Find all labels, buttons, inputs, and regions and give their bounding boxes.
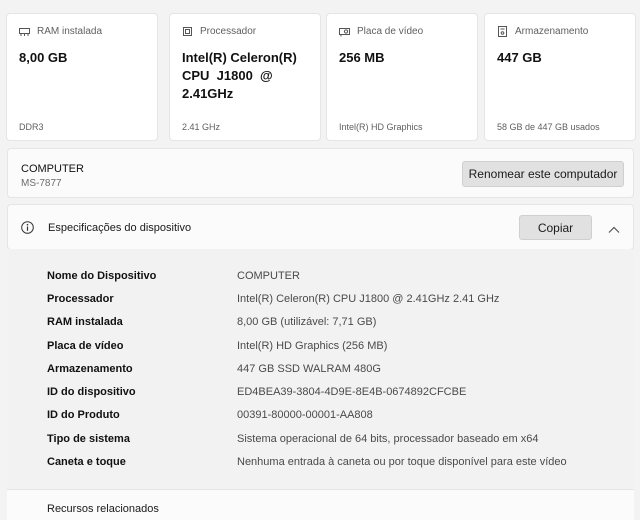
ram-card-value: 8,00 GB <box>19 50 68 65</box>
processor-card: Processador Intel(R) Celeron(R) CPU J180… <box>169 13 321 141</box>
ram-card: RAM instalada 8,00 GB DDR3 <box>6 13 158 141</box>
related-resources-label: Recursos relacionados <box>47 503 159 515</box>
spec-value: Sistema operacional de 64 bits, processa… <box>237 433 539 445</box>
storage-card-title: Armazenamento <box>515 26 589 37</box>
processor-card-value: Intel(R) Celeron(R) CPU J1800 @ 2.41GHz <box>182 50 297 101</box>
chevron-up-icon[interactable] <box>608 222 620 233</box>
storage-card-value: 447 GB <box>497 50 542 65</box>
spec-value: Intel(R) Celeron(R) CPU J1800 @ 2.41GHz … <box>237 293 500 305</box>
gpu-card: Placa de vídeo 256 MB Intel(R) HD Graphi… <box>326 13 478 141</box>
copy-specs-button[interactable]: Copiar <box>519 215 592 240</box>
spec-value: 00391-80000-00001-AA808 <box>237 409 373 421</box>
device-specs-body: Nome do Dispositivo COMPUTER Processador… <box>7 249 634 489</box>
gpu-card-title: Placa de vídeo <box>357 26 424 37</box>
computer-name-panel: COMPUTER MS-7877 Renomear este computado… <box>7 148 634 198</box>
rename-computer-button[interactable]: Renomear este computador <box>462 161 624 187</box>
spec-value: 447 GB SSD WALRAM 480G <box>237 363 381 375</box>
ram-icon <box>19 26 30 37</box>
spec-key: Processador <box>47 293 114 305</box>
spec-key: ID do dispositivo <box>47 386 136 398</box>
spec-key: Caneta e toque <box>47 456 126 468</box>
storage-card-foot: 58 GB de 447 GB usados <box>497 122 600 132</box>
spec-key: RAM instalada <box>47 316 123 328</box>
spec-key: Armazenamento <box>47 363 133 375</box>
device-specs-title: Especificações do dispositivo <box>48 222 192 234</box>
processor-icon <box>182 26 193 37</box>
spec-key: ID do Produto <box>47 409 120 421</box>
processor-card-title: Processador <box>200 26 257 37</box>
storage-card: Armazenamento 447 GB 58 GB de 447 GB usa… <box>484 13 636 141</box>
storage-icon <box>497 26 508 37</box>
spec-value: 8,00 GB (utilizável: 7,71 GB) <box>237 316 377 328</box>
info-icon <box>21 221 34 234</box>
gpu-card-value: 256 MB <box>339 50 385 65</box>
spec-key: Nome do Dispositivo <box>47 270 157 282</box>
gpu-card-foot: Intel(R) HD Graphics <box>339 122 423 132</box>
device-specs-header[interactable]: Especificações do dispositivo Copiar <box>7 204 634 250</box>
spec-value: COMPUTER <box>237 270 300 282</box>
gpu-icon <box>339 26 350 37</box>
spec-value: Intel(R) HD Graphics (256 MB) <box>237 340 388 352</box>
related-resources-section[interactable]: Recursos relacionados <box>7 489 634 520</box>
computer-name: COMPUTER <box>21 163 84 175</box>
spec-key: Tipo de sistema <box>47 433 130 445</box>
spec-value: Nenhuma entrada à caneta ou por toque di… <box>237 456 567 468</box>
processor-card-foot: 2.41 GHz <box>182 122 221 132</box>
computer-model: MS-7877 <box>21 178 62 189</box>
spec-value: ED4BEA39-3804-4D9E-8E4B-0674892CFCBE <box>237 386 467 398</box>
ram-card-title: RAM instalada <box>37 26 103 37</box>
ram-card-foot: DDR3 <box>19 122 44 132</box>
spec-key: Placa de vídeo <box>47 340 124 352</box>
